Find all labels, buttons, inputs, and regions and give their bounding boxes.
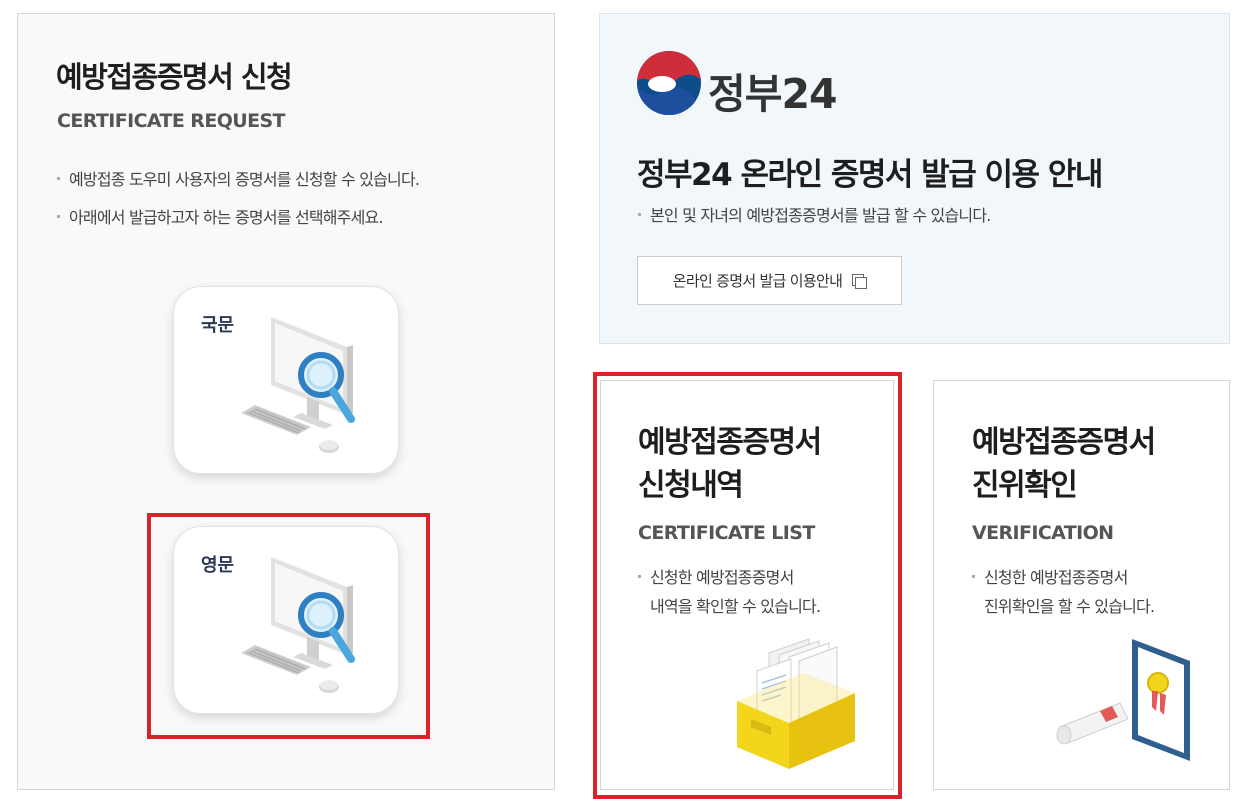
bullet-text: 예방접종 도우미 사용자의 증명서를 신청할 수 있습니다. xyxy=(69,170,420,189)
request-bullet-1: 예방접종 도우미 사용자의 증명서를 신청할 수 있습니다. xyxy=(57,165,420,194)
verify-desc-line-1: 신청한 예방접종증명서 xyxy=(984,568,1128,587)
certificate-icon xyxy=(1056,639,1190,761)
verify-card-subtitle: VERIFICATION xyxy=(972,522,1114,544)
gov24-logo-icon xyxy=(637,51,701,115)
request-bullet-2: 아래에서 발급하고자 하는 증명서를 선택해주세요. xyxy=(57,203,384,232)
bullet-dot xyxy=(57,215,60,218)
bullet-text: 아래에서 발급하고자 하는 증명서를 선택해주세요. xyxy=(69,208,384,227)
list-card-title: 예방접종증명서 신청내역 xyxy=(638,421,822,507)
monitor-magnifier-icon xyxy=(241,557,355,693)
request-title: 예방접종증명서 신청 xyxy=(56,60,293,94)
list-title-line-2: 신청내역 xyxy=(638,468,744,503)
verify-title-line-2: 진위확인 xyxy=(972,468,1078,503)
bullet-dot xyxy=(638,213,641,216)
file-box-icon xyxy=(737,638,855,769)
gov24-logo-text: 정부24 xyxy=(708,70,837,118)
list-title-line-1: 예방접종증명서 xyxy=(638,425,822,460)
request-subtitle: CERTIFICATE REQUEST xyxy=(57,110,286,132)
korean-certificate-button[interactable]: 국문 xyxy=(173,286,399,474)
bullet-text: 본인 및 자녀의 예방접종증명서를 발급 할 수 있습니다. xyxy=(650,206,991,225)
monitor-magnifier-icon xyxy=(241,317,355,453)
bullet-dot xyxy=(972,575,975,578)
list-card-subtitle: CERTIFICATE LIST xyxy=(638,522,815,544)
gov24-title: 정부24 온라인 증명서 발급 이용 안내 xyxy=(637,157,1103,193)
gov24-guide-panel: 정부24 정부24 온라인 증명서 발급 이용 안내 본인 및 자녀의 예방접종… xyxy=(599,13,1230,344)
verify-card-title: 예방접종증명서 진위확인 xyxy=(972,421,1156,507)
list-card-desc: 신청한 예방접종증명서 내역을 확인할 수 있습니다. xyxy=(638,563,821,621)
guide-button-label: 온라인 증명서 발급 이용안내 xyxy=(672,272,843,290)
english-certificate-button[interactable]: 영문 xyxy=(173,526,399,714)
verification-card[interactable]: 예방접종증명서 진위확인 VERIFICATION 신청한 예방접종증명서 진위… xyxy=(933,380,1230,790)
verify-card-desc: 신청한 예방접종증명서 진위확인을 할 수 있습니다. xyxy=(972,563,1155,621)
list-desc-line-1: 신청한 예방접종증명서 xyxy=(650,568,794,587)
copy-icon xyxy=(852,273,868,289)
certificate-list-card[interactable]: 예방접종증명서 신청내역 CERTIFICATE LIST 신청한 예방접종증명… xyxy=(600,380,894,790)
verify-title-line-1: 예방접종증명서 xyxy=(972,425,1156,460)
bullet-dot xyxy=(57,177,60,180)
list-desc-line-2: 내역을 확인할 수 있습니다. xyxy=(650,597,821,616)
online-certificate-guide-button[interactable]: 온라인 증명서 발급 이용안내 xyxy=(637,256,902,305)
verify-desc-line-2: 진위확인을 할 수 있습니다. xyxy=(984,597,1155,616)
bullet-dot xyxy=(638,575,641,578)
gov24-bullet: 본인 및 자녀의 예방접종증명서를 발급 할 수 있습니다. xyxy=(638,201,991,230)
certificate-request-panel: 예방접종증명서 신청 CERTIFICATE REQUEST 예방접종 도우미 … xyxy=(17,13,555,790)
